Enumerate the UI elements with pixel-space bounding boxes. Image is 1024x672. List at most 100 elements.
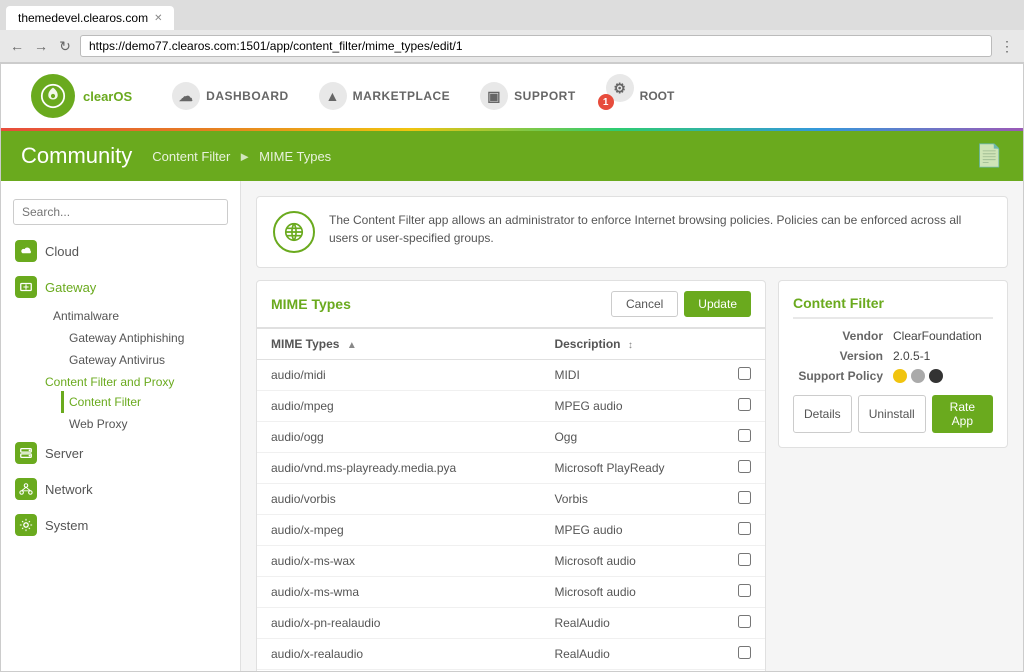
sidebar-item-cloud[interactable]: Cloud (1, 233, 240, 269)
mime-cell: audio/mpeg (257, 391, 540, 422)
row-checkbox[interactable] (738, 429, 751, 442)
table-row: audio/x-mpeg MPEG audio (257, 515, 765, 546)
row-checkbox[interactable] (738, 615, 751, 628)
logo-area: clearOS (31, 74, 132, 118)
table-row: audio/x-ms-wma Microsoft audio (257, 577, 765, 608)
vendor-row: Vendor ClearFoundation (793, 329, 993, 343)
sidebar-content-filter-proxy[interactable]: Content Filter and Proxy (45, 371, 240, 391)
sidebar: Cloud Gateway Antimalware Gateway Antiph… (1, 181, 241, 671)
reload-button[interactable]: ↻ (56, 37, 74, 55)
check-cell[interactable] (724, 670, 765, 672)
check-cell[interactable] (724, 639, 765, 670)
table-header: MIME Types Cancel Update (257, 281, 765, 329)
sidebar-system-label: System (45, 518, 88, 533)
sidebar-content-filter[interactable]: Content Filter (61, 391, 240, 413)
desc-cell: MIDI (540, 360, 724, 391)
sidebar-web-proxy[interactable]: Web Proxy (61, 413, 240, 435)
url-input[interactable] (80, 35, 992, 57)
row-checkbox[interactable] (738, 460, 751, 473)
row-checkbox[interactable] (738, 553, 751, 566)
check-cell[interactable] (724, 422, 765, 453)
check-cell[interactable] (724, 453, 765, 484)
sidebar-gateway-antiphishing[interactable]: Gateway Antiphishing (61, 327, 240, 349)
nav-marketplace[interactable]: ▲ MARKETPLACE (319, 74, 451, 118)
check-cell[interactable] (724, 484, 765, 515)
table-row: audio/vnd.ms-playready.media.pya Microso… (257, 453, 765, 484)
desc-cell: Ogg (540, 422, 724, 453)
sidebar-item-gateway[interactable]: Gateway (1, 269, 240, 305)
mime-cell: audio/midi (257, 360, 540, 391)
nav-dashboard-label: DASHBOARD (206, 89, 289, 103)
system-icon (15, 514, 37, 536)
desc-cell: RealAudio (540, 608, 724, 639)
col-mime-types[interactable]: MIME Types ▲ (257, 329, 540, 360)
nav-items: ☁ DASHBOARD ▲ MARKETPLACE ▣ SUPPORT ⚙ 1 … (172, 74, 674, 118)
table-row: audio/x-wav WAV (257, 670, 765, 672)
sidebar-item-network[interactable]: Network (1, 471, 240, 507)
mime-table: MIME Types ▲ Description ↕ (257, 329, 765, 671)
browser-tab[interactable]: themedevel.clearos.com ✕ (6, 6, 174, 30)
back-button[interactable]: ← (8, 37, 26, 55)
row-checkbox[interactable] (738, 491, 751, 504)
support-label: Support Policy (793, 369, 893, 383)
check-cell[interactable] (724, 515, 765, 546)
uninstall-button[interactable]: Uninstall (858, 395, 926, 433)
menu-button[interactable]: ⋮ (998, 37, 1016, 55)
sidebar-item-server[interactable]: Server (1, 435, 240, 471)
edit-icon: 📄 (976, 143, 1003, 169)
check-cell[interactable] (724, 360, 765, 391)
table-row: audio/vorbis Vorbis (257, 484, 765, 515)
sort-icon-mime: ▲ (347, 340, 357, 351)
sidebar-cloud-label: Cloud (45, 244, 79, 259)
check-cell[interactable] (724, 391, 765, 422)
desc-cell: Microsoft PlayReady (540, 453, 724, 484)
logo-text: clearOS (83, 89, 132, 104)
table-row: audio/ogg Ogg (257, 422, 765, 453)
col-description[interactable]: Description ↕ (540, 329, 724, 360)
nav-support[interactable]: ▣ SUPPORT (480, 74, 576, 118)
breadcrumb-arrow: ► (238, 149, 251, 164)
desc-cell: MPEG audio (540, 515, 724, 546)
search-input[interactable] (13, 199, 228, 225)
nav-root[interactable]: ⚙ 1 ROOT (606, 74, 675, 118)
mime-cell: audio/x-pn-realaudio (257, 608, 540, 639)
check-cell[interactable] (724, 608, 765, 639)
nav-dashboard[interactable]: ☁ DASHBOARD (172, 74, 289, 118)
mime-table-section: MIME Types Cancel Update MIME Types ▲ (256, 280, 766, 671)
sidebar-server-label: Server (45, 446, 83, 461)
check-cell[interactable] (724, 577, 765, 608)
cancel-button[interactable]: Cancel (611, 291, 678, 317)
mime-cell: audio/x-ms-wma (257, 577, 540, 608)
row-checkbox[interactable] (738, 522, 751, 535)
mime-cell: audio/x-realaudio (257, 639, 540, 670)
update-button[interactable]: Update (684, 291, 751, 317)
tab-close-button[interactable]: ✕ (154, 13, 162, 24)
breadcrumb: Content Filter ► MIME Types (152, 149, 331, 164)
cloud-icon (15, 240, 37, 262)
mime-cell: audio/ogg (257, 422, 540, 453)
row-checkbox[interactable] (738, 398, 751, 411)
server-icon (15, 442, 37, 464)
forward-button[interactable]: → (32, 37, 50, 55)
content-right: MIME Types Cancel Update MIME Types ▲ (256, 280, 1008, 671)
rate-app-button[interactable]: Rate App (932, 395, 993, 433)
breadcrumb-parent[interactable]: Content Filter (152, 149, 230, 164)
sidebar-gateway-antivirus[interactable]: Gateway Antivirus (61, 349, 240, 371)
sidebar-gateway-subitems: Antimalware Gateway Antiphishing Gateway… (1, 305, 240, 435)
support-icon: ▣ (480, 82, 508, 110)
sidebar-item-system[interactable]: System (1, 507, 240, 543)
table-title: MIME Types (271, 296, 351, 312)
desc-cell: RealAudio (540, 639, 724, 670)
details-button[interactable]: Details (793, 395, 852, 433)
sidebar-antimalware[interactable]: Antimalware (45, 305, 240, 327)
row-checkbox[interactable] (738, 646, 751, 659)
address-bar: ← → ↻ ⋮ (0, 30, 1024, 62)
breadcrumb-child: MIME Types (259, 149, 331, 164)
check-cell[interactable] (724, 546, 765, 577)
version-row: Version 2.0.5-1 (793, 349, 993, 363)
row-checkbox[interactable] (738, 367, 751, 380)
support-row: Support Policy (793, 369, 993, 383)
row-checkbox[interactable] (738, 584, 751, 597)
sidebar-gateway-label: Gateway (45, 280, 96, 295)
info-card-title: Content Filter (793, 295, 993, 319)
